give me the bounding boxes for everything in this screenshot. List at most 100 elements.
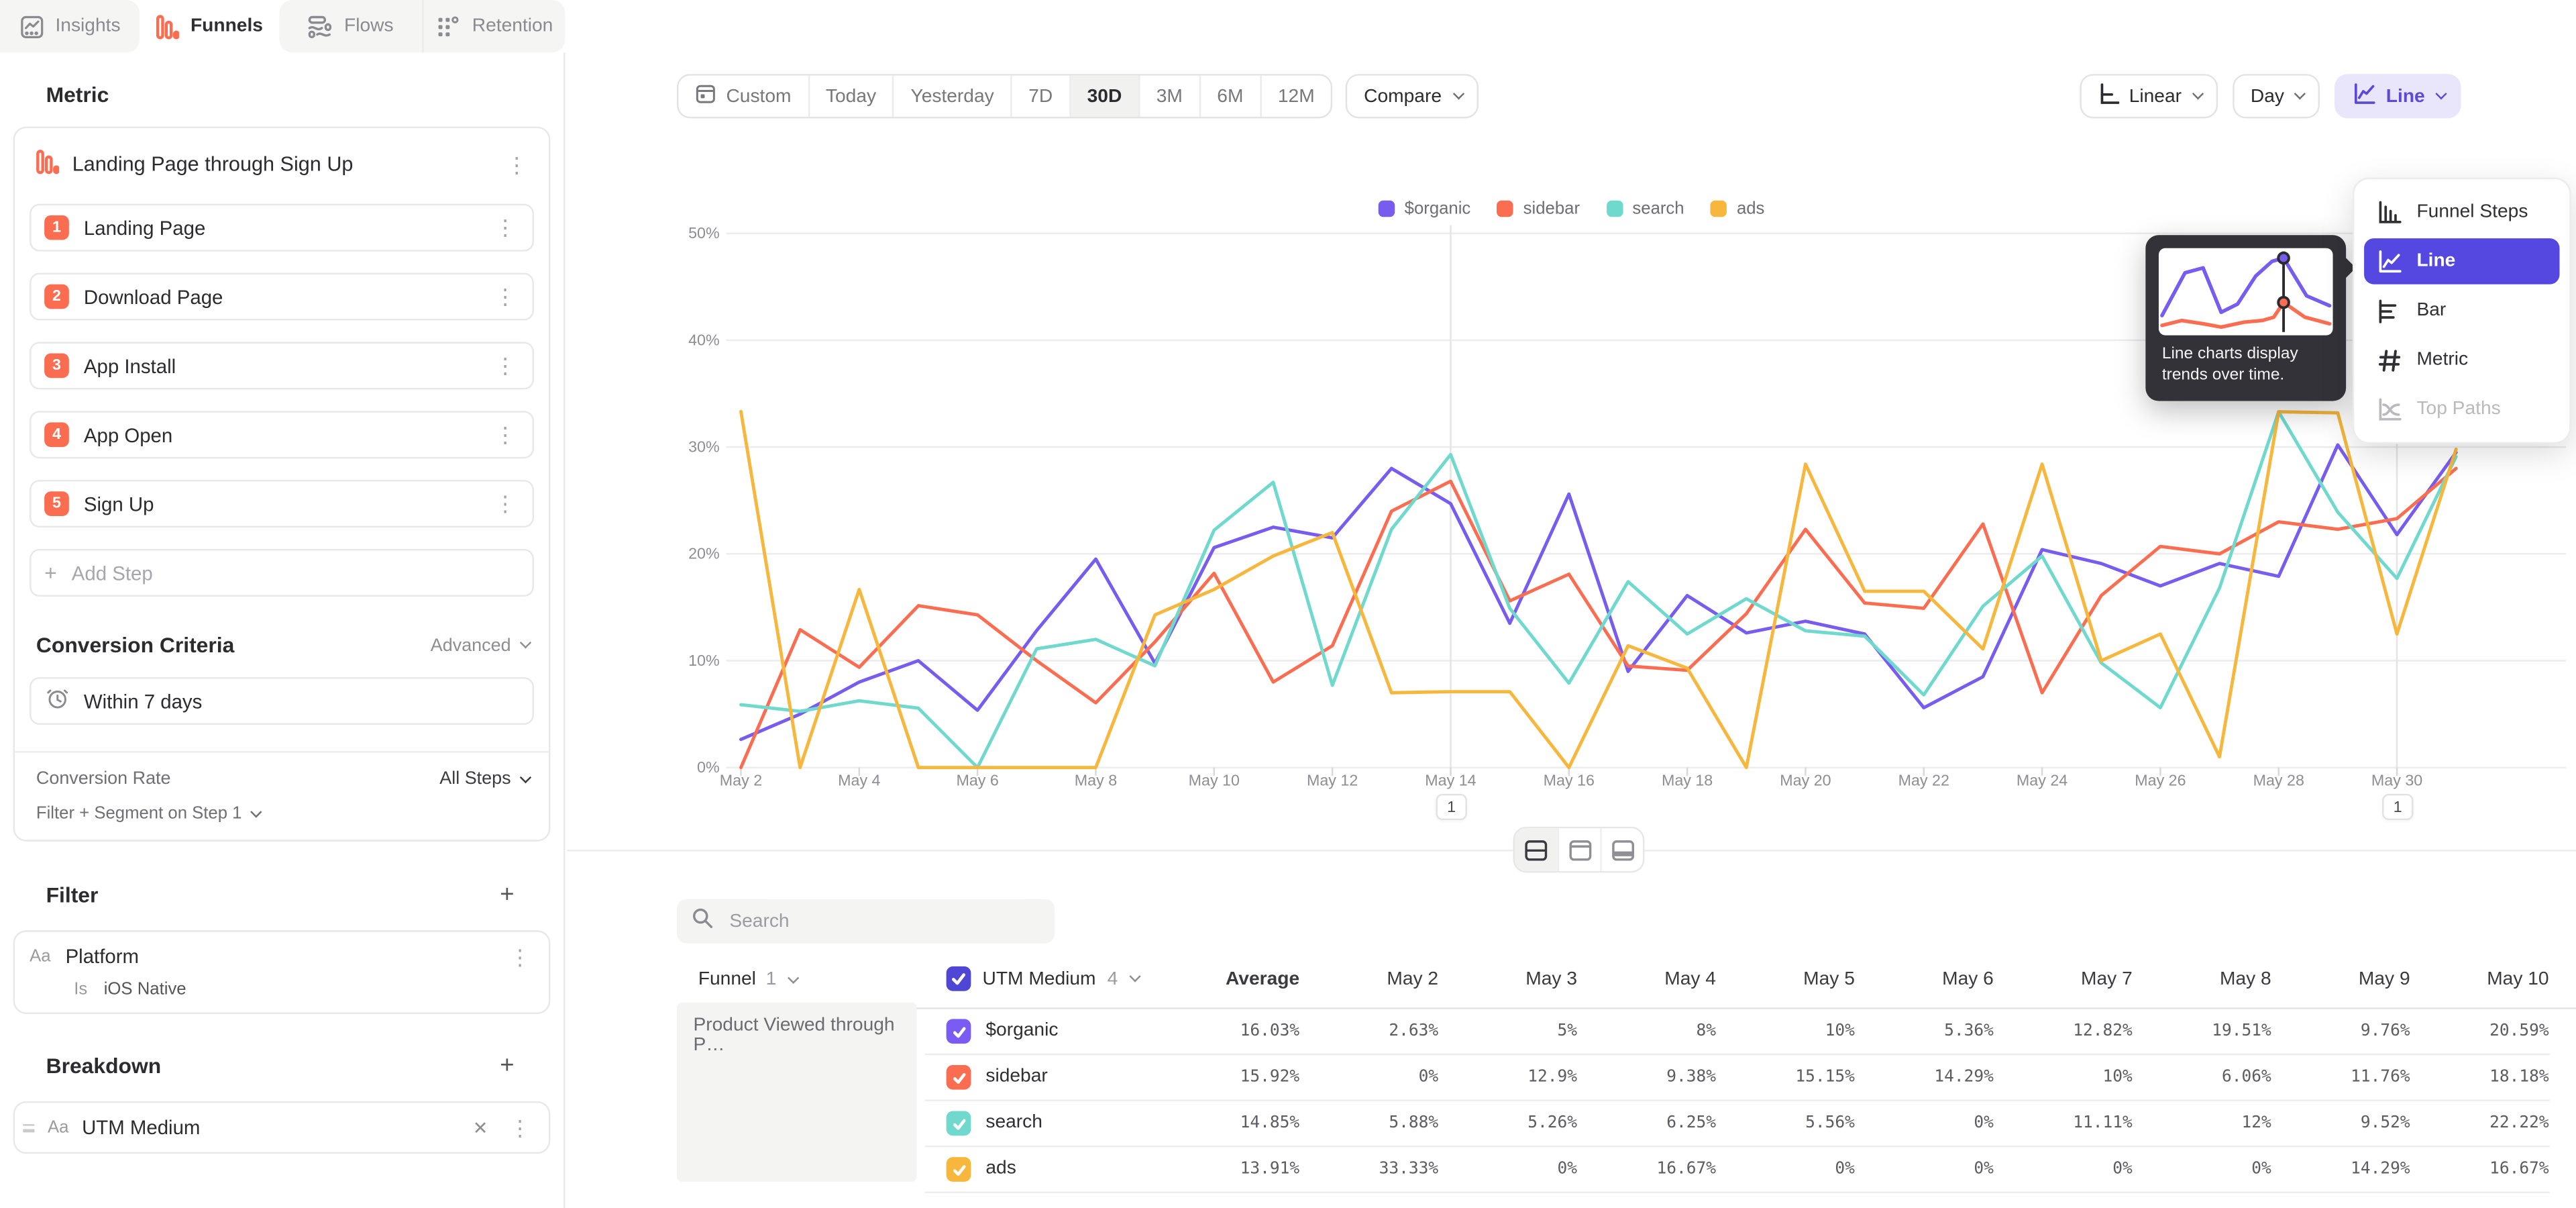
tab-label: Retention: [472, 16, 553, 36]
legend-item-search[interactable]: search: [1606, 199, 1684, 218]
filter-kebab-icon[interactable]: ⋮: [506, 946, 534, 967]
menu-item-metric[interactable]: Metric: [2364, 337, 2559, 383]
tab-insights[interactable]: Insights: [0, 0, 140, 52]
filter-value[interactable]: iOS Native: [104, 980, 186, 999]
cell-value: 0%: [1330, 1068, 1438, 1087]
row-checkbox[interactable]: [947, 1111, 971, 1136]
row-checkbox[interactable]: [947, 1019, 971, 1044]
row-checkbox[interactable]: [947, 1157, 971, 1182]
advanced-dropdown[interactable]: Advanced: [431, 636, 527, 655]
column-header-may-3[interactable]: May 3: [1475, 970, 1577, 989]
row-checkbox[interactable]: [947, 1065, 971, 1090]
column-header-may-10[interactable]: May 10: [2447, 970, 2549, 989]
layout-table-only-button[interactable]: [1600, 828, 1643, 871]
filter-heading: Filter: [46, 883, 99, 907]
date-range-yesterday[interactable]: Yesterday: [894, 76, 1010, 117]
select-all-checkbox[interactable]: [947, 966, 971, 991]
metric-card-header[interactable]: Landing Page through Sign Up ⋮: [30, 143, 534, 183]
filter-segment-dropdown[interactable]: Filter + Segment on Step 1: [36, 804, 527, 823]
funnel-step-3[interactable]: 3App Install⋮: [30, 342, 534, 389]
remove-breakdown-icon[interactable]: ✕: [468, 1117, 492, 1138]
add-breakdown-button[interactable]: +: [500, 1052, 514, 1080]
chart-toolbar: Custom Today Yesterday 7D30D3M6M12M Compare…: [677, 74, 2461, 118]
date-range-7d[interactable]: 7D: [1012, 76, 1069, 117]
annotation-badge-may-30[interactable]: 1: [2382, 794, 2414, 820]
breakdown-card[interactable]: Aa UTM Medium ✕ ⋮: [13, 1101, 551, 1154]
compare-button[interactable]: Compare: [1346, 74, 1478, 118]
step-kebab-icon[interactable]: ⋮: [491, 493, 519, 515]
funnel-step-2[interactable]: 2Download Page⋮: [30, 273, 534, 321]
breakdown-heading: Breakdown: [46, 1054, 162, 1078]
step-kebab-icon[interactable]: ⋮: [491, 424, 519, 446]
menu-item-bar[interactable]: Bar: [2364, 288, 2559, 334]
range-label: Yesterday: [911, 87, 994, 106]
date-range-6m[interactable]: 6M: [1201, 76, 1260, 117]
step-kebab-icon[interactable]: ⋮: [491, 217, 519, 238]
x-axis-label: May 26: [2121, 772, 2200, 791]
average-column-header[interactable]: Average: [1201, 970, 1299, 989]
column-header-may-4[interactable]: May 4: [1614, 970, 1716, 989]
breakdown-column-dropdown[interactable]: UTM Medium 4: [947, 966, 1138, 991]
metric-heading-row: Metric: [46, 82, 515, 107]
date-range-custom[interactable]: Custom: [678, 76, 808, 117]
metric-kebab-icon[interactable]: ⋮: [502, 154, 531, 175]
date-range-3m[interactable]: 3M: [1140, 76, 1199, 117]
series-line-ads: [741, 411, 2456, 768]
drag-handle-icon[interactable]: [23, 1123, 34, 1131]
legend-item-ads[interactable]: ads: [1711, 199, 1765, 218]
menu-item-line[interactable]: Line: [2364, 238, 2559, 285]
search-icon: [692, 907, 713, 936]
table-row-search[interactable]: search14.85%5.88%5.26%6.25%5.56%0%11.11%…: [925, 1101, 2550, 1148]
table-row-organic[interactable]: $organic16.03%2.63%5%8%10%5.36%12.82%19.…: [925, 1009, 2550, 1056]
legend-item-sidebar[interactable]: sidebar: [1497, 199, 1580, 218]
chart-type-dropdown[interactable]: Line: [2335, 74, 2461, 118]
step-kebab-icon[interactable]: ⋮: [491, 286, 519, 307]
granularity-dropdown[interactable]: Day: [2233, 74, 2320, 118]
date-range-today[interactable]: Today: [809, 76, 892, 117]
funnel-step-4[interactable]: 4App Open⋮: [30, 411, 534, 458]
funnel-step-5[interactable]: 5Sign Up⋮: [30, 480, 534, 527]
table-row-group-label[interactable]: Product Viewed through P…: [677, 1003, 917, 1182]
date-range-12m[interactable]: 12M: [1261, 76, 1331, 117]
funnel-column-dropdown[interactable]: Funnel 1: [698, 970, 794, 989]
conversion-window-button[interactable]: Within 7 days: [30, 677, 534, 725]
range-label: Custom: [726, 87, 791, 106]
column-header-may-6[interactable]: May 6: [1892, 970, 1994, 989]
table-row-sidebar[interactable]: sidebar15.92%0%12.9%9.38%15.15%14.29%10%…: [925, 1055, 2550, 1101]
tab-funnels[interactable]: Funnels: [140, 0, 279, 52]
all-steps-label: All Steps: [439, 769, 511, 789]
filter-operator[interactable]: Is: [74, 980, 87, 999]
cell-average: 15.92%: [1191, 1068, 1300, 1087]
x-axis-label: May 30: [2357, 772, 2436, 791]
layout-chart-only-button[interactable]: [1558, 828, 1601, 871]
funnel-step-1[interactable]: 1Landing Page⋮: [30, 204, 534, 252]
legend-item-organic[interactable]: $organic: [1378, 199, 1470, 218]
scale-dropdown[interactable]: Linear: [2080, 74, 2218, 118]
table-row-ads[interactable]: ads13.91%33.33%0%16.67%0%0%0%0%14.29%16.…: [925, 1147, 2550, 1193]
column-header-may-9[interactable]: May 9: [2308, 970, 2410, 989]
menu-item-funnel-steps[interactable]: Funnel Steps: [2364, 189, 2559, 236]
tab-retention[interactable]: Retention: [424, 0, 566, 52]
step-label: App Open: [84, 423, 476, 446]
layout-split-button[interactable]: [1515, 828, 1558, 871]
annotation-badge-may-14[interactable]: 1: [1436, 794, 1467, 820]
filter-card[interactable]: Aa Platform ⋮ Is iOS Native: [13, 930, 551, 1014]
column-header-may-8[interactable]: May 8: [2169, 970, 2271, 989]
column-header-may-5[interactable]: May 5: [1753, 970, 1855, 989]
cell-value: 0%: [2024, 1160, 2133, 1178]
x-axis-label: May 12: [1293, 772, 1372, 791]
add-step-button[interactable]: + Add Step: [30, 549, 534, 597]
column-header-may-2[interactable]: May 2: [1336, 970, 1438, 989]
column-header-may-7[interactable]: May 7: [2031, 970, 2133, 989]
breakdown-kebab-icon[interactable]: ⋮: [506, 1117, 534, 1138]
tab-flows[interactable]: Flows: [279, 0, 422, 52]
step-kebab-icon[interactable]: ⋮: [491, 355, 519, 376]
cell-value: 10%: [1746, 1022, 1855, 1040]
x-axis-label: May 16: [1529, 772, 1609, 791]
search-input[interactable]: [726, 910, 1040, 933]
add-filter-button[interactable]: +: [500, 881, 514, 909]
table-search[interactable]: [677, 899, 1055, 944]
cell-value: 15.15%: [1746, 1068, 1855, 1087]
date-range-30d[interactable]: 30D: [1071, 76, 1138, 117]
all-steps-dropdown[interactable]: All Steps: [439, 769, 527, 789]
